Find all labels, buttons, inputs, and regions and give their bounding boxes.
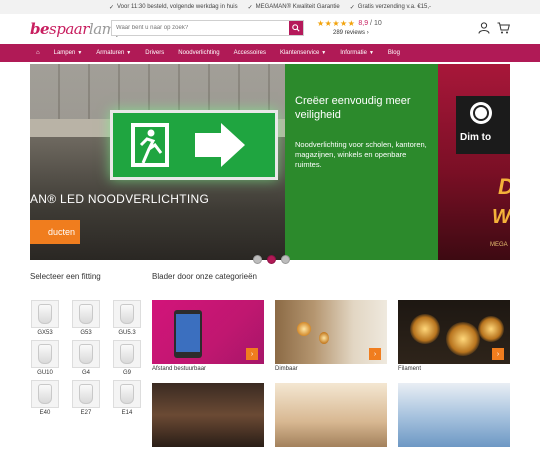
next-slide-preview[interactable]: Dim to D W MEGA bbox=[438, 64, 510, 260]
fitting-item[interactable]: E40 bbox=[30, 380, 60, 416]
hero-slider[interactable]: AN® LED NOODVERLICHTING ducten Creëer ee… bbox=[30, 64, 510, 260]
rating-stars: ★★★★★ bbox=[317, 19, 356, 28]
nav-item-lampen[interactable]: Lampen ▼ bbox=[54, 50, 83, 56]
hero-text-panel: Creëer eenvoudig meer veiligheid Noodver… bbox=[285, 64, 438, 260]
content-area: Selecteer een fitting Blader door onze c… bbox=[30, 272, 510, 447]
nav-item-armaturen[interactable]: Armaturen ▼ bbox=[96, 50, 131, 56]
slider-dot[interactable] bbox=[281, 255, 290, 264]
category-card[interactable] bbox=[398, 383, 510, 449]
site-header: bespaarlamp ★★★★★ 8,9 / 10 289 reviews › bbox=[0, 14, 540, 44]
category-grid: › Afstand bestuurbaar › Dimbaar › Filame… bbox=[152, 300, 510, 449]
bulb-icon bbox=[38, 344, 52, 364]
fitting-item[interactable]: G9 bbox=[112, 340, 142, 376]
hero-headline: AN® LED NOODVERLICHTING bbox=[30, 192, 210, 206]
caret-down-icon: ▼ bbox=[126, 50, 132, 56]
category-image bbox=[152, 383, 264, 447]
search-bar bbox=[111, 20, 304, 36]
arrow-right-icon[interactable]: › bbox=[246, 348, 258, 360]
dimmer-icon bbox=[470, 102, 492, 124]
nav-item-blog[interactable]: Blog bbox=[388, 50, 400, 56]
bulb-icon bbox=[120, 304, 134, 324]
bulb-icon bbox=[120, 344, 134, 364]
chevron-right-icon: › bbox=[366, 30, 369, 36]
arrow-right-icon[interactable]: › bbox=[369, 348, 381, 360]
bulb-icon bbox=[38, 384, 52, 404]
review-count[interactable]: 289 reviews › bbox=[333, 30, 387, 36]
exit-sign-image bbox=[110, 110, 278, 180]
check-icon: ✓ bbox=[349, 4, 355, 11]
rating-score: 8,9 / 10 bbox=[358, 20, 382, 27]
category-label: Dimbaar bbox=[275, 366, 298, 372]
bulb-icon bbox=[120, 384, 134, 404]
bulb-icon bbox=[79, 344, 93, 364]
site-logo[interactable]: bespaarlamp bbox=[30, 20, 125, 38]
nav-item-klantenservice[interactable]: Klantenservice ▼ bbox=[280, 50, 326, 56]
nav-item-accessoires[interactable]: Accessoires bbox=[234, 50, 266, 56]
fitting-item[interactable]: GU10 bbox=[30, 340, 60, 376]
bulb-icon bbox=[79, 384, 93, 404]
header-icons bbox=[478, 22, 510, 34]
usp-text: Gratis verzending v.a. €15,- bbox=[357, 4, 432, 10]
hero-title: Creëer eenvoudig meer veiligheid bbox=[295, 95, 411, 121]
caret-down-icon: ▼ bbox=[368, 50, 374, 56]
fitting-item[interactable]: GU5.3 bbox=[112, 300, 142, 336]
slider-dots bbox=[253, 255, 290, 264]
home-icon[interactable]: ⌂ bbox=[36, 50, 40, 56]
slider-dot[interactable] bbox=[253, 255, 262, 264]
category-image bbox=[275, 383, 387, 447]
account-icon[interactable] bbox=[478, 22, 490, 34]
check-icon: ✓ bbox=[247, 4, 253, 11]
categories-title: Blader door onze categorieën bbox=[152, 272, 257, 281]
category-label: Filament bbox=[398, 366, 422, 372]
category-image: › bbox=[152, 300, 264, 364]
search-button[interactable] bbox=[289, 21, 303, 35]
fitting-item[interactable]: G4 bbox=[71, 340, 101, 376]
nav-item-informatie[interactable]: Informatie ▼ bbox=[340, 50, 374, 56]
usp-item: ✓ MEGAMAN® Kwaliteit Garantie bbox=[248, 4, 340, 11]
bulb-icon bbox=[79, 304, 93, 324]
category-card[interactable]: › Filament bbox=[398, 300, 510, 372]
bulb-icon bbox=[38, 304, 52, 324]
usp-item: ✓ Gratis verzending v.a. €15,- bbox=[350, 4, 431, 11]
category-card[interactable] bbox=[275, 383, 387, 449]
nav-item-noodverlichting[interactable]: Noodverlichting bbox=[178, 50, 219, 56]
running-man-icon bbox=[131, 123, 245, 167]
usp-item: ✓ Voor 11:30 besteld, volgende werkdag in… bbox=[109, 4, 238, 11]
caret-down-icon: ▼ bbox=[321, 50, 327, 56]
main-nav: ⌂ Lampen ▼ Armaturen ▼ Drivers Noodverlich… bbox=[0, 44, 540, 62]
category-label: Afstand bestuurbaar bbox=[152, 366, 207, 372]
category-image: › bbox=[398, 300, 510, 364]
category-image: › bbox=[275, 300, 387, 364]
search-input[interactable] bbox=[112, 21, 289, 35]
nav-item-drivers[interactable]: Drivers bbox=[145, 50, 164, 56]
fitting-item[interactable]: E14 bbox=[112, 380, 142, 416]
fitting-title: Selecteer een fitting bbox=[30, 272, 101, 281]
usp-bar: ✓ Voor 11:30 besteld, volgende werkdag in… bbox=[0, 0, 540, 14]
hero-text: Noodverlichting voor scholen, kantoren, … bbox=[295, 140, 427, 169]
category-card[interactable] bbox=[152, 383, 264, 449]
fitting-grid: GX53 G53 GU5.3 GU10 G4 G9 E40 E27 E14 bbox=[30, 300, 142, 416]
check-icon: ✓ bbox=[108, 4, 114, 11]
caret-down-icon: ▼ bbox=[77, 50, 83, 56]
category-card[interactable]: › Dimbaar bbox=[275, 300, 387, 372]
fitting-item[interactable]: G53 bbox=[71, 300, 101, 336]
cart-icon[interactable] bbox=[497, 22, 510, 34]
usp-text: MEGAMAN® Kwaliteit Garantie bbox=[255, 4, 340, 10]
category-card[interactable]: › Afstand bestuurbaar bbox=[152, 300, 264, 372]
slider-dot-active[interactable] bbox=[267, 255, 276, 264]
fitting-item[interactable]: E27 bbox=[71, 380, 101, 416]
category-image bbox=[398, 383, 510, 447]
search-icon bbox=[292, 24, 300, 32]
hero-cta-button[interactable]: ducten bbox=[30, 220, 80, 244]
fitting-item[interactable]: GX53 bbox=[30, 300, 60, 336]
usp-text: Voor 11:30 besteld, volgende werkdag in … bbox=[116, 4, 238, 10]
review-rating[interactable]: ★★★★★ 8,9 / 10 289 reviews › bbox=[317, 19, 387, 36]
arrow-right-icon[interactable]: › bbox=[492, 348, 504, 360]
